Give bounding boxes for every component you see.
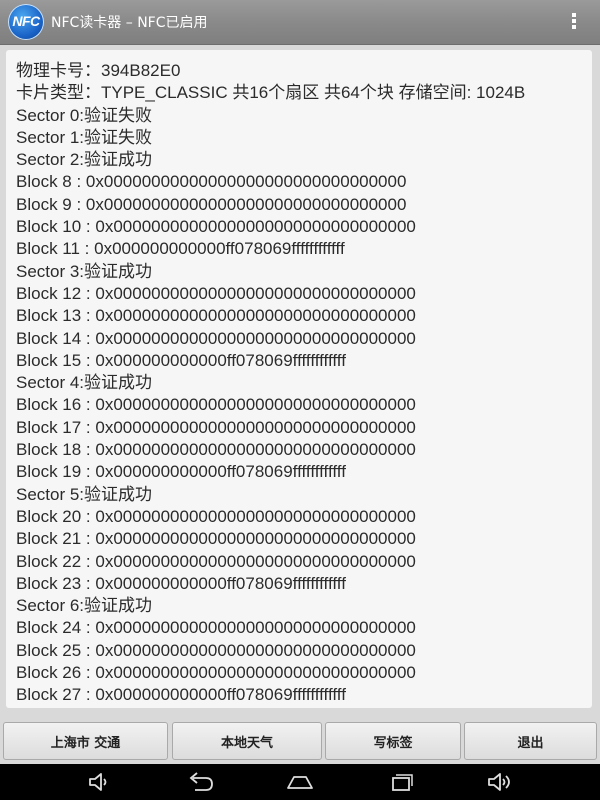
card-type-info: 卡片类型：TYPE_CLASSIC 共16个扇区 共64个块 存储空间: 102… xyxy=(16,83,526,103)
sector-status-line: Sector 3:验证成功 xyxy=(16,261,153,281)
sector-status-line: Sector 2:验证成功 xyxy=(16,150,153,170)
action-bar: NFC NFC读卡器 – NFC已启用 xyxy=(0,0,600,45)
block-data-line: Block 11 : 0x000000000000ff078069fffffff… xyxy=(16,239,345,259)
shanghai-traffic-button[interactable]: 上海市 交通 xyxy=(3,722,168,760)
overflow-menu-icon[interactable] xyxy=(566,12,582,32)
block-data-line: Block 18 : 0x000000000000000000000000000… xyxy=(16,440,416,460)
block-data-line: Block 21 : 0x000000000000000000000000000… xyxy=(16,529,416,549)
nfc-app-icon[interactable]: NFC xyxy=(8,4,44,40)
block-data-line: Block 14 : 0x000000000000000000000000000… xyxy=(16,328,416,348)
block-data-line: Block 10 : 0x000000000000000000000000000… xyxy=(16,217,416,237)
block-data-line: Block 23 : 0x000000000000ff078069fffffff… xyxy=(16,573,346,593)
block-data-line: Block 16 : 0x000000000000000000000000000… xyxy=(16,395,416,415)
home-icon[interactable] xyxy=(285,770,315,794)
nfc-app-icon-text: NFC xyxy=(12,13,40,29)
block-data-line: Block 12 : 0x000000000000000000000000000… xyxy=(16,283,416,303)
block-data-line: Block 20 : 0x000000000000000000000000000… xyxy=(16,506,416,526)
volume-up-icon[interactable] xyxy=(486,770,516,794)
card-info-lines: 物理卡号：394B82E0 卡片类型：TYPE_CLASSIC 共16个扇区 共… xyxy=(16,60,586,707)
local-weather-button[interactable]: 本地天气 xyxy=(172,722,322,760)
block-data-line: Block 26 : 0x000000000000000000000000000… xyxy=(16,663,416,683)
volume-down-icon[interactable] xyxy=(87,770,113,794)
sector-status-line: Sector 0:验证失败 xyxy=(16,105,153,125)
sector-status-line: Sector 5:验证成功 xyxy=(16,484,153,504)
block-data-line: Block 22 : 0x000000000000000000000000000… xyxy=(16,551,416,571)
sector-status-line: Sector 4:验证成功 xyxy=(16,373,153,393)
system-nav-bar xyxy=(0,764,600,800)
sector-status-line: Sector 6:验证成功 xyxy=(16,596,153,616)
app-title: NFC读卡器 – NFC已启用 xyxy=(51,15,208,31)
block-data-line: Block 24 : 0x000000000000000000000000000… xyxy=(16,618,416,638)
exit-button[interactable]: 退出 xyxy=(464,722,597,760)
block-data-line: Block 13 : 0x000000000000000000000000000… xyxy=(16,306,416,326)
block-data-line: Block 9 : 0x0000000000000000000000000000… xyxy=(16,194,407,214)
block-data-line: Block 8 : 0x0000000000000000000000000000… xyxy=(16,172,407,192)
sector-status-line: Sector 1:验证失败 xyxy=(16,127,153,147)
block-data-line: Block 17 : 0x000000000000000000000000000… xyxy=(16,417,416,437)
write-tag-button[interactable]: 写标签 xyxy=(325,722,461,760)
block-data-line: Block 27 : 0x000000000000ff078069fffffff… xyxy=(16,685,346,705)
card-info-panel[interactable]: 物理卡号：394B82E0 卡片类型：TYPE_CLASSIC 共16个扇区 共… xyxy=(6,50,592,708)
back-icon[interactable] xyxy=(185,770,215,794)
block-data-line: Block 15 : 0x000000000000ff078069fffffff… xyxy=(16,350,346,370)
block-data-line: Block 19 : 0x000000000000ff078069fffffff… xyxy=(16,462,346,482)
physical-card-id: 物理卡号：394B82E0 xyxy=(16,61,181,80)
recent-apps-icon[interactable] xyxy=(388,770,414,794)
block-data-line: Block 25 : 0x000000000000000000000000000… xyxy=(16,640,416,660)
